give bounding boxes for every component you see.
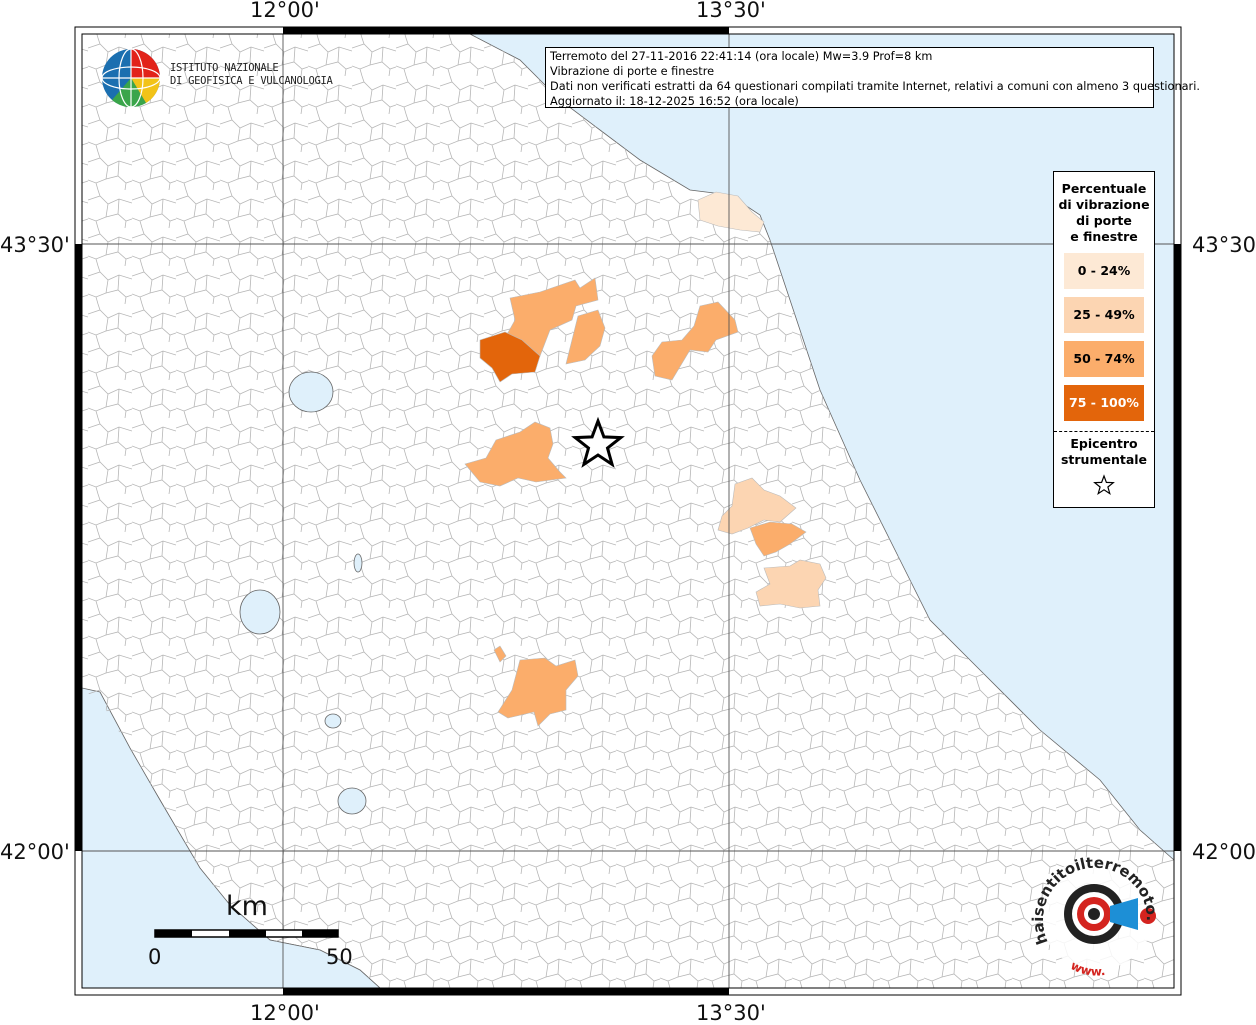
coord-right-lower: 42°00' — [1192, 840, 1256, 864]
event-info-line4: Aggiornato il: 18-12-2025 16:52 (ora loc… — [550, 95, 799, 108]
lake-bolsena — [239, 589, 281, 635]
lake-bracciano — [337, 787, 367, 815]
legend-class-50-74: 50 - 74% — [1064, 341, 1144, 377]
ingv-line2: DI GEOFISICA E VULCANOLOGIA — [170, 75, 333, 87]
legend-title-line1: Percentuale — [1061, 181, 1147, 196]
legend-class-0-24: 0 - 24% — [1064, 253, 1144, 289]
legend-title: Percentuale di vibrazione di porte e fin… — [1054, 172, 1154, 245]
ingv-logo-text: ISTITUTO NAZIONALE DI GEOFISICA E VULCAN… — [170, 62, 333, 88]
coord-right-upper: 43°30' — [1192, 233, 1256, 257]
coord-bottom-right: 13°30' — [696, 1001, 766, 1025]
coord-left-upper: 43°30' — [0, 233, 70, 257]
watermark-url-text: www. — [1068, 958, 1106, 978]
coord-top-right: 13°30' — [696, 0, 766, 22]
legend-title-line4: e finestre — [1070, 229, 1138, 244]
legend-class-25-49: 25 - 49% — [1064, 297, 1144, 333]
lake-trasimeno — [288, 371, 334, 413]
scale-end-label: 50 — [326, 945, 353, 969]
event-info-line2: Vibrazione di porte e finestre — [550, 65, 715, 78]
event-info-line3: Dati non verificati estratti da 64 quest… — [550, 80, 1200, 93]
legend-class-75-100: 75 - 100% — [1064, 385, 1144, 421]
ingv-logo-icon — [101, 48, 161, 108]
lake-vico — [324, 713, 342, 729]
scale-unit: km — [226, 891, 268, 922]
legend-title-line3: di porte — [1076, 213, 1132, 228]
watermark-text: haisentitoilterremoto.it www. — [1030, 850, 1161, 979]
legend-epicenter: Epicentro strumentale — [1054, 432, 1154, 468]
svg-text:www.: www. — [1068, 958, 1106, 978]
scale-start-label: 0 — [148, 945, 162, 969]
legend-star-icon — [1093, 474, 1115, 495]
scale-bar — [154, 929, 339, 938]
legend: Percentuale di vibrazione di porte e fin… — [1053, 171, 1155, 508]
watermark-main-text: haisentitoilterremoto.it — [1030, 850, 1161, 947]
ingv-line1: ISTITUTO NAZIONALE — [170, 62, 279, 74]
event-info-line1: Terremoto del 27-11-2016 22:41:14 (ora l… — [550, 50, 933, 63]
event-info-box: Terremoto del 27-11-2016 22:41:14 (ora l… — [545, 47, 1200, 108]
lake-piediluco — [353, 553, 363, 573]
coord-left-lower: 42°00' — [0, 840, 70, 864]
map-area — [82, 34, 1174, 988]
legend-epicenter-line2: strumentale — [1060, 452, 1148, 467]
legend-title-line2: di vibrazione — [1058, 197, 1150, 212]
svg-text:haisentitoilterremoto.it: haisentitoilterremoto.it — [1030, 850, 1161, 947]
coord-bottom-left: 12°00' — [250, 1001, 320, 1025]
legend-epicenter-line1: Epicentro — [1070, 436, 1138, 451]
coord-top-left: 12°00' — [250, 0, 320, 22]
